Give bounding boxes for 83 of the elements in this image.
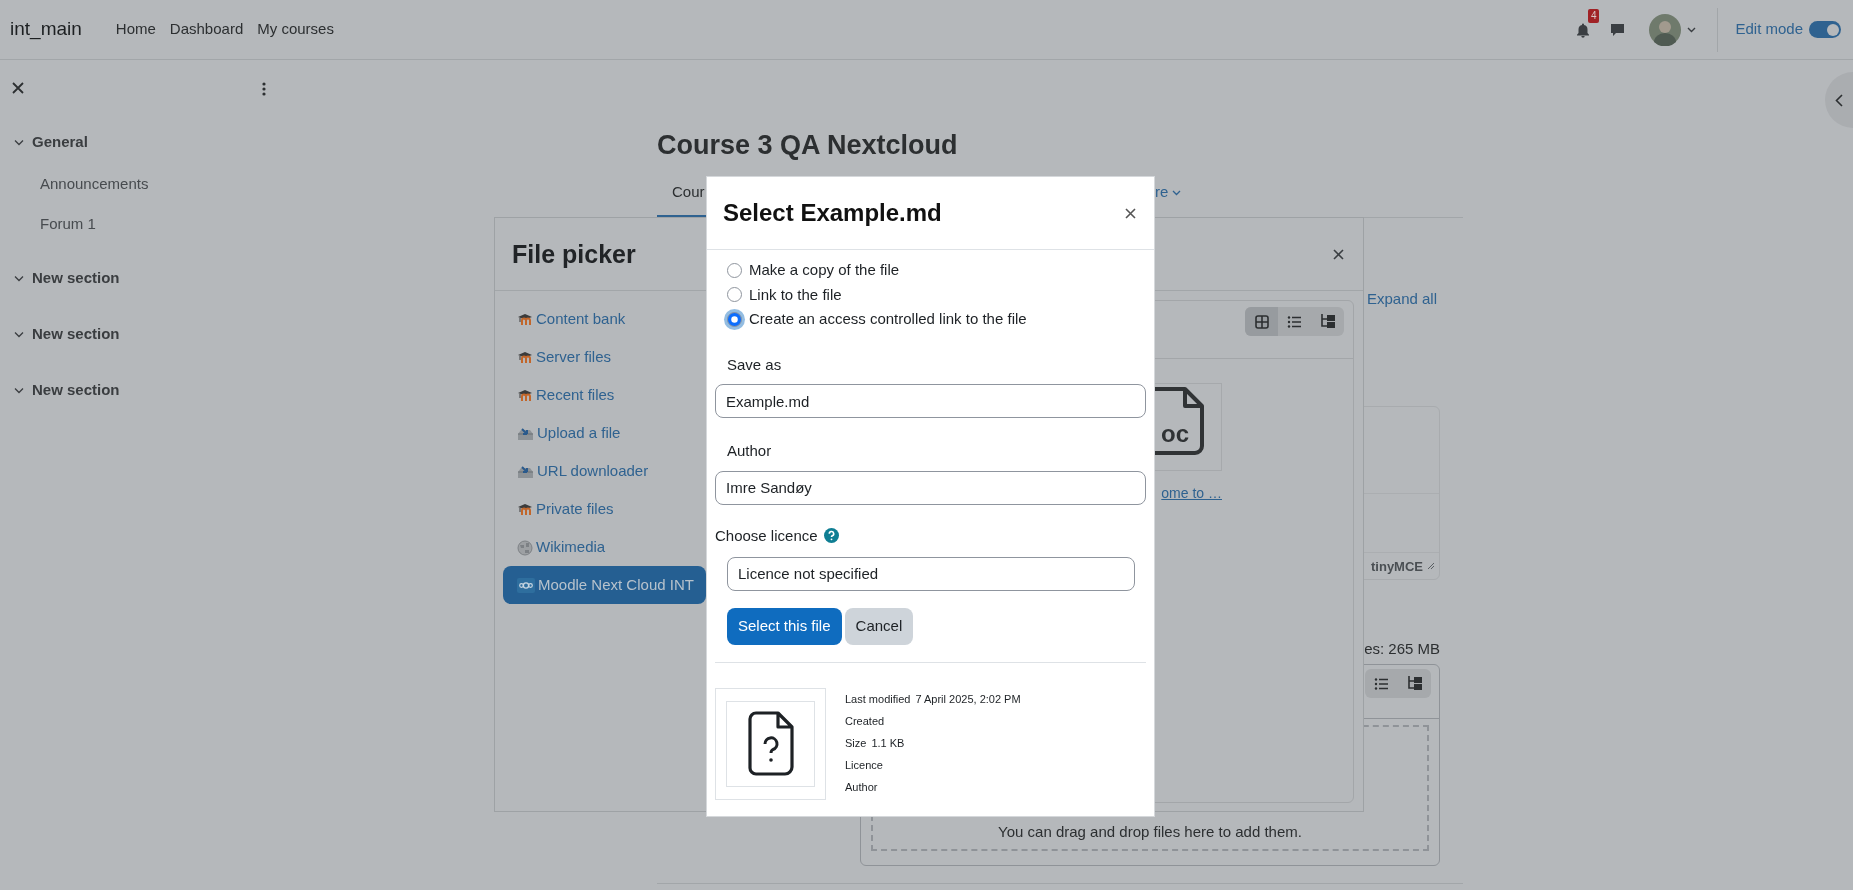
detail-value: 1.1 KB — [871, 736, 905, 751]
close-button[interactable] — [1331, 246, 1346, 262]
section-title[interactable]: New section — [32, 322, 120, 346]
repository-item[interactable]: URL downloader — [503, 452, 706, 490]
select-button[interactable]: Select this file — [727, 608, 842, 645]
dialog-title: Select Example.md — [723, 198, 942, 228]
input-field[interactable]: Imre Sandøy — [715, 470, 1146, 505]
file-name-link[interactable]: ome to … — [1161, 483, 1222, 504]
chevron-down-icon[interactable] — [14, 386, 24, 394]
dialog-title: File picker — [512, 239, 636, 269]
edit-mode-switch[interactable] — [1809, 21, 1841, 38]
chat-icon[interactable] — [1610, 22, 1626, 37]
sidebar-item[interactable]: Announcements — [40, 174, 280, 194]
chevron-down-icon[interactable] — [14, 274, 24, 282]
drop-hint: You can drag and drop files here to add them. — [998, 821, 1302, 842]
list-icon — [1287, 314, 1302, 329]
list-icon — [1374, 676, 1389, 691]
caret-icon[interactable] — [1687, 26, 1697, 33]
max-size-text: es: 265 MB — [1364, 640, 1440, 659]
licence-label: Choose licence — [715, 525, 818, 546]
tree-icon — [1319, 314, 1336, 329]
repository-item[interactable]: Upload a file — [503, 414, 706, 452]
more-icon[interactable] — [262, 82, 266, 96]
radio-label[interactable]: Create an access controlled link to the file — [749, 308, 1027, 331]
nav-link[interactable]: Home — [115, 18, 156, 41]
resize-handle-icon[interactable] — [1427, 562, 1435, 571]
repository-item[interactable]: Moodle Next Cloud INT — [503, 566, 706, 604]
graduation-cap-icon — [517, 312, 533, 326]
upload-icon — [517, 464, 534, 479]
view-button[interactable] — [1245, 307, 1278, 336]
repository-item[interactable]: Content bank — [503, 300, 706, 338]
detail-label: Author — [845, 780, 878, 795]
repository-item[interactable]: Private files — [503, 490, 706, 528]
repository-item[interactable]: Wikimedia — [503, 528, 706, 566]
file-type-label: oc — [1161, 420, 1189, 448]
radio-button[interactable] — [727, 287, 742, 303]
section-title[interactable]: General — [32, 130, 88, 154]
help-icon[interactable] — [823, 528, 839, 544]
globe-icon — [517, 540, 533, 556]
avatar[interactable] — [1649, 13, 1682, 46]
repository-item[interactable]: Recent files — [503, 376, 706, 414]
chevron-down-icon[interactable] — [14, 138, 24, 146]
cancel-button[interactable]: Cancel — [844, 608, 914, 645]
detail-label: Last modified — [845, 692, 911, 707]
section-title[interactable]: New section — [32, 266, 120, 290]
section-title[interactable]: New section — [32, 378, 120, 402]
nav-link[interactable]: Dashboard — [169, 18, 244, 41]
expand-all-link[interactable]: Expand all — [1366, 290, 1437, 308]
notification-count: 4 — [1587, 9, 1600, 24]
chevron-left-icon — [1835, 93, 1843, 107]
field-label: Save as — [727, 354, 783, 375]
course-title: Course 3 QA Nextcloud — [657, 129, 959, 162]
grid-icon — [1254, 314, 1269, 329]
detail-label: Licence — [845, 758, 883, 773]
radio-label[interactable]: Link to the file — [749, 283, 842, 306]
repository-item[interactable]: Server files — [503, 338, 706, 376]
edit-mode-label: Edit mode — [1735, 19, 1803, 40]
detail-label: Size — [845, 736, 867, 751]
radio-button[interactable] — [727, 311, 742, 327]
tree-icon — [1406, 676, 1423, 692]
nav-link[interactable]: My courses — [257, 18, 334, 41]
bell-icon[interactable] — [1576, 22, 1591, 38]
licence-select[interactable]: Licence not specified — [727, 557, 1135, 591]
graduation-cap-icon — [517, 350, 533, 364]
upload-icon — [517, 426, 534, 441]
cloud-logo-icon — [517, 578, 535, 593]
editor-brand: tinyMCE — [1371, 557, 1423, 576]
sidebar-item[interactable]: Forum 1 — [40, 214, 280, 234]
caret-icon — [1172, 190, 1182, 197]
radio-button[interactable] — [727, 262, 742, 278]
site-name[interactable]: int_main — [10, 15, 82, 44]
course-tab[interactable]: re — [1155, 167, 1182, 218]
field-label: Author — [727, 441, 773, 461]
graduation-cap-icon — [517, 388, 533, 402]
chevron-down-icon[interactable] — [14, 330, 24, 338]
graduation-cap-icon — [517, 502, 533, 516]
detail-value: 7 April 2025, 2:02 PM — [915, 692, 1021, 707]
detail-label: Created — [845, 714, 885, 729]
input-field[interactable]: Example.md — [715, 384, 1146, 418]
radio-label[interactable]: Make a copy of the file — [749, 259, 900, 282]
close-button[interactable] — [1123, 205, 1138, 221]
unknown-file-icon — [747, 711, 794, 777]
close-icon[interactable] — [12, 82, 24, 94]
